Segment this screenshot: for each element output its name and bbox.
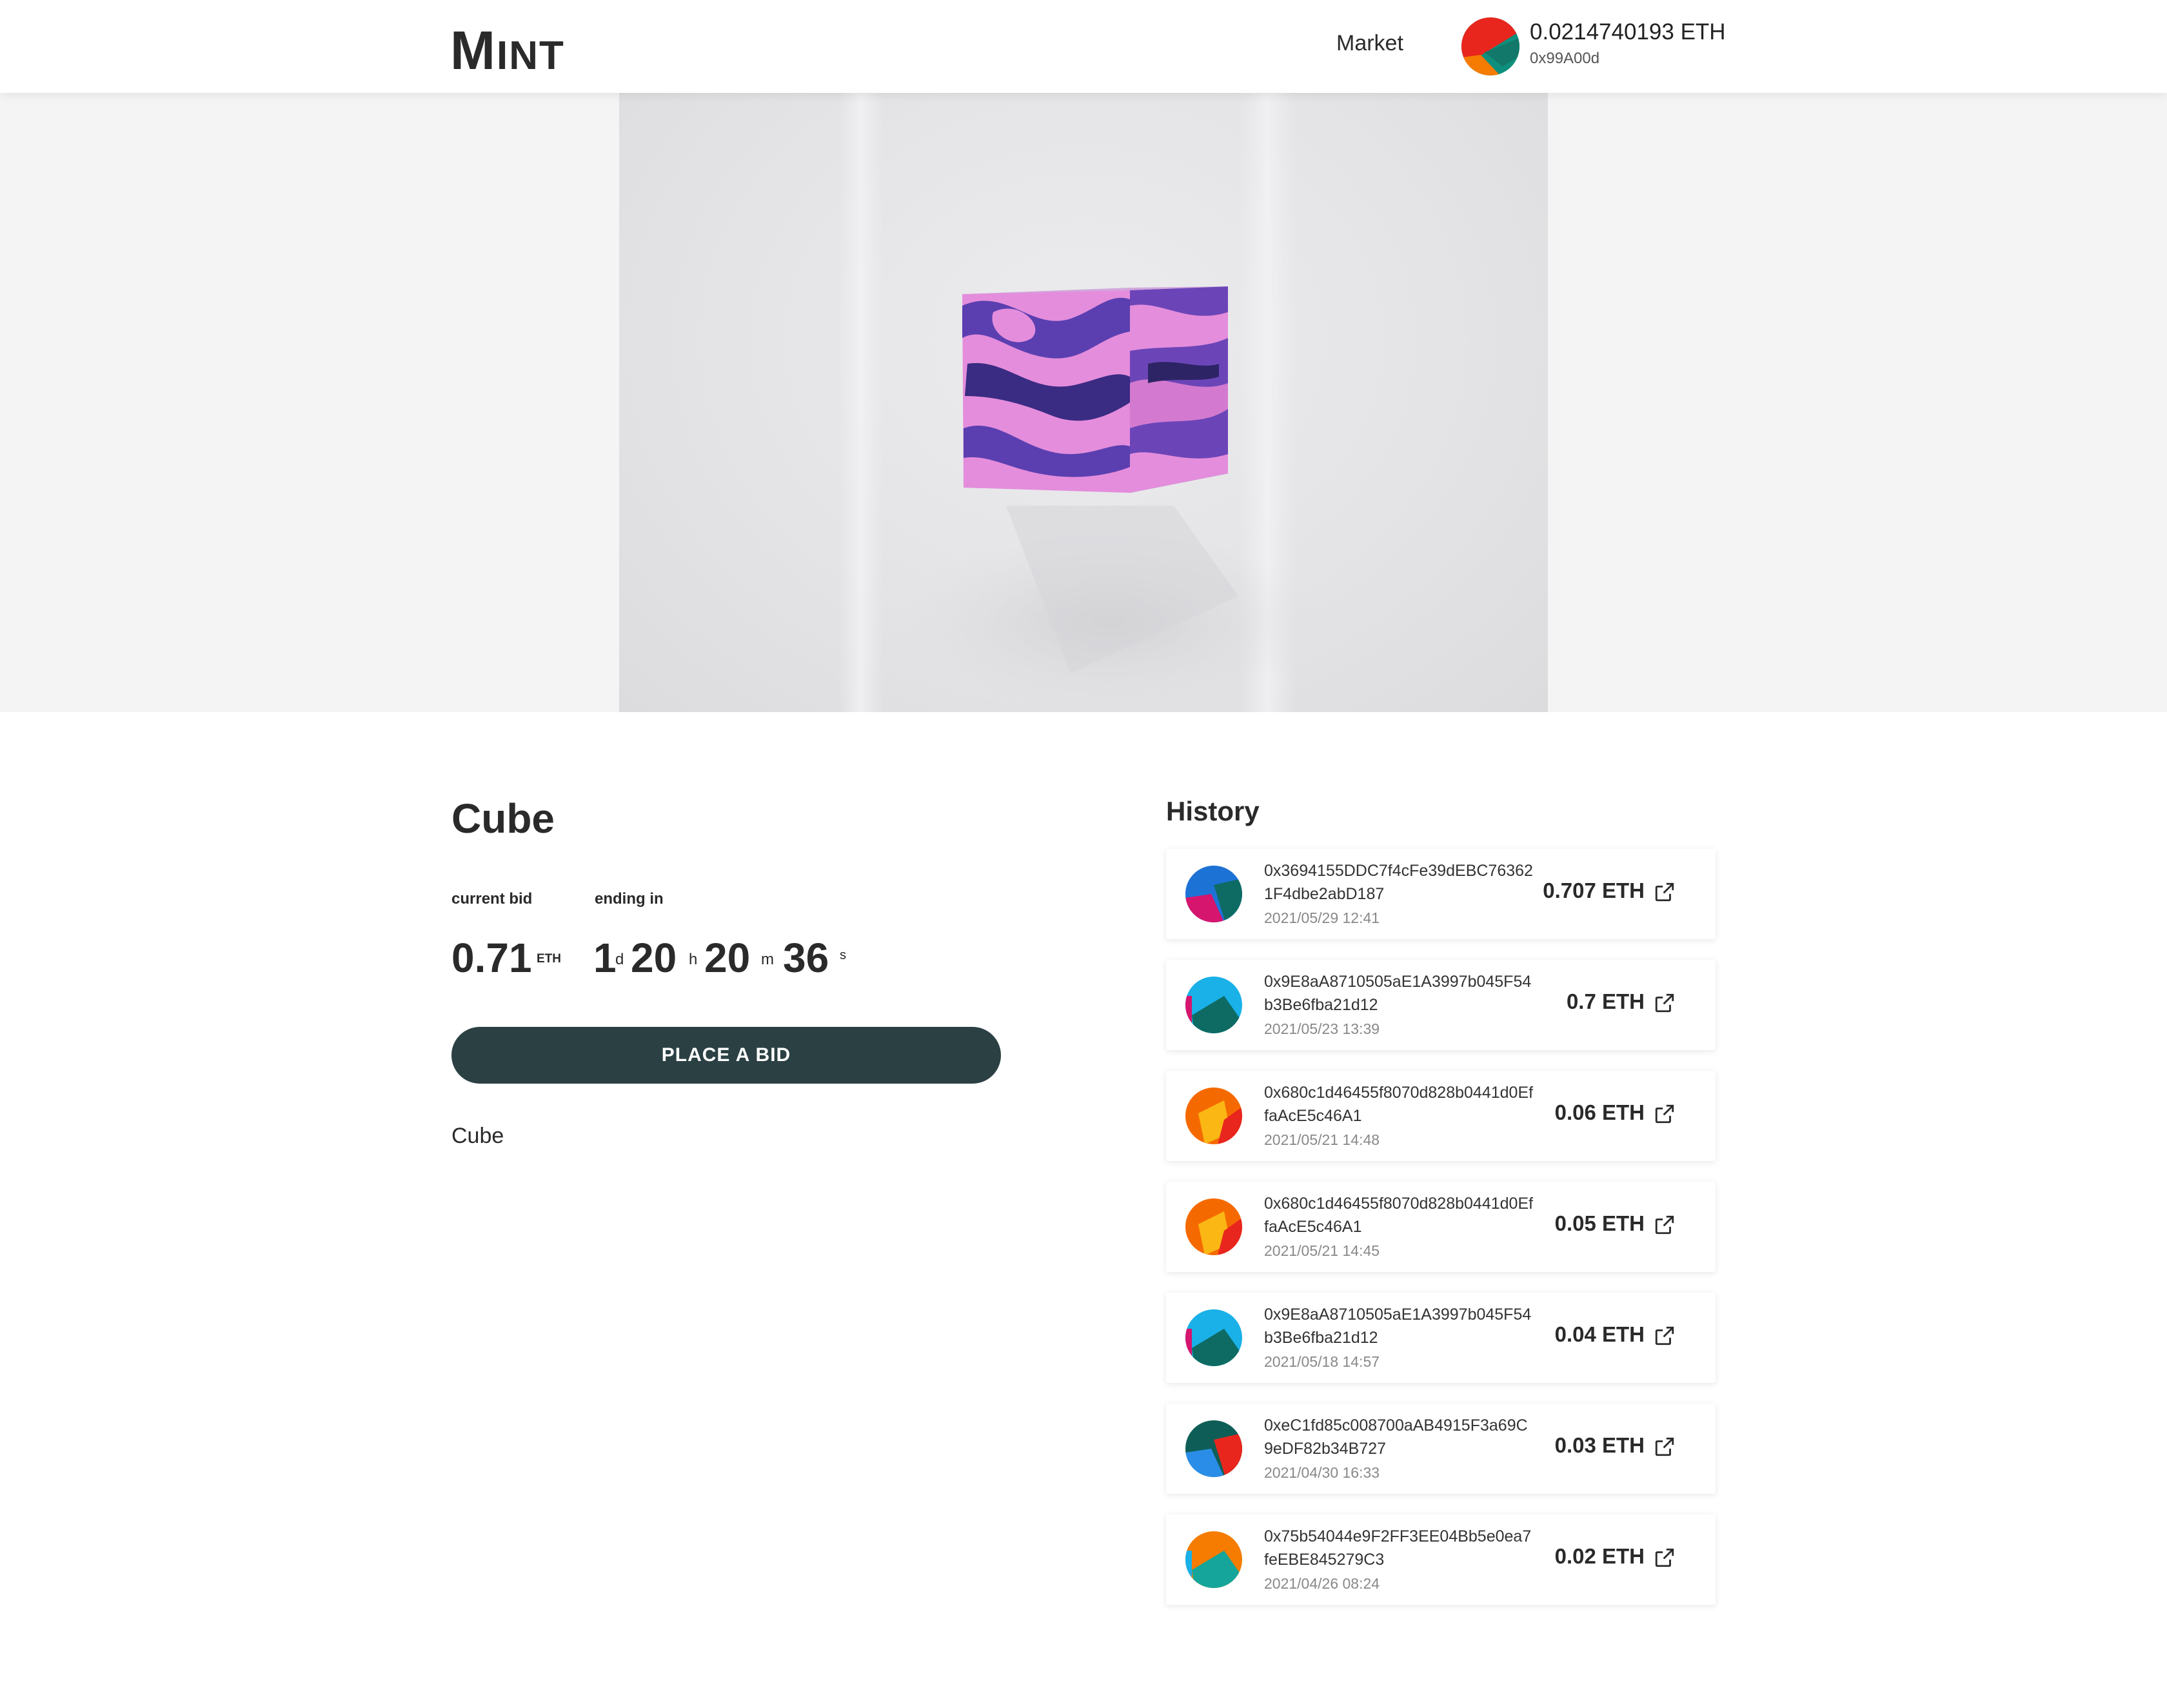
bid-date: 2021/05/23 13:39 xyxy=(1264,1020,1380,1037)
place-bid-button[interactable]: PLACE A BID xyxy=(451,1027,1001,1084)
nav-market-link[interactable]: Market xyxy=(1336,31,1403,56)
item-title: Cube xyxy=(451,795,555,842)
countdown-seconds: 36 xyxy=(783,935,829,981)
history-list: 0x3694155DDC7f4cFe39dEBC763621F4dbe2abD1… xyxy=(1166,849,1716,1625)
bidder-identicon-icon xyxy=(1185,866,1242,922)
logo-initial: M xyxy=(450,20,497,81)
bid-date: 2021/04/30 16:33 xyxy=(1264,1464,1380,1481)
external-link-icon[interactable] xyxy=(1654,1214,1676,1236)
bid-amount: 0.03 ETH xyxy=(1554,1433,1645,1457)
bidder-address[interactable]: 0x75b54044e9F2FF3EE04Bb5e0ea7feEBE845279… xyxy=(1264,1525,1535,1571)
bidder-address[interactable]: 0xeC1fd85c008700aAB4915F3a69C9eDF82b34B7… xyxy=(1264,1414,1535,1460)
bidder-address[interactable]: 0x680c1d46455f8070d828b0441d0EffaAcE5c46… xyxy=(1264,1192,1535,1238)
history-row[interactable]: 0x75b54044e9F2FF3EE04Bb5e0ea7feEBE845279… xyxy=(1166,1514,1716,1605)
bidder-identicon-icon xyxy=(1185,1531,1242,1588)
current-bid-label: current bid xyxy=(451,890,533,908)
bidder-avatar[interactable] xyxy=(1185,977,1242,1033)
bidder-avatar[interactable] xyxy=(1185,1309,1242,1366)
bid-date: 2021/05/21 14:48 xyxy=(1264,1131,1380,1148)
countdown-days: 1 xyxy=(593,935,617,981)
countdown-seconds-unit: s xyxy=(840,948,846,962)
bid-date: 2021/05/18 14:57 xyxy=(1264,1353,1380,1370)
bidder-avatar[interactable] xyxy=(1185,1198,1242,1255)
history-row[interactable]: 0x680c1d46455f8070d828b0441d0EffaAcE5c46… xyxy=(1166,1071,1716,1161)
bidder-identicon-icon xyxy=(1185,1309,1242,1366)
bid-date: 2021/05/21 14:45 xyxy=(1264,1242,1380,1259)
ending-in-label: ending in xyxy=(595,890,664,908)
external-link-icon[interactable] xyxy=(1654,881,1676,903)
wallet-identicon-icon xyxy=(1461,17,1519,75)
history-title: History xyxy=(1166,796,1260,826)
bid-amount: 0.06 ETH xyxy=(1554,1100,1645,1124)
bid-amount: 0.05 ETH xyxy=(1554,1211,1645,1235)
countdown-hours: 20 xyxy=(631,935,677,981)
item-description: Cube xyxy=(451,1124,504,1148)
hero-banner xyxy=(0,93,2167,712)
external-link-icon[interactable] xyxy=(1654,1547,1676,1569)
countdown-minutes-unit: m xyxy=(761,951,774,968)
top-navbar: MINT Market 0.0214740193 ETH 0x99A00d xyxy=(0,0,2167,93)
bidder-identicon-icon xyxy=(1185,1198,1242,1255)
current-bid-value: 0.71 xyxy=(451,935,532,981)
history-row[interactable]: 0x3694155DDC7f4cFe39dEBC763621F4dbe2abD1… xyxy=(1166,849,1716,939)
bidder-identicon-icon xyxy=(1185,1087,1242,1144)
wallet-balance: 0.0214740193 ETH xyxy=(1530,19,1726,45)
cube-artwork-icon xyxy=(838,93,1322,712)
wallet-address: 0x99A00d xyxy=(1530,50,1600,67)
bidder-address[interactable]: 0x9E8aA8710505aE1A3997b045F54b3Be6fba21d… xyxy=(1264,970,1535,1017)
history-row[interactable]: 0x9E8aA8710505aE1A3997b045F54b3Be6fba21d… xyxy=(1166,1293,1716,1383)
bidder-avatar[interactable] xyxy=(1185,1420,1242,1477)
bidder-address[interactable]: 0x680c1d46455f8070d828b0441d0EffaAcE5c46… xyxy=(1264,1081,1535,1127)
bidder-avatar[interactable] xyxy=(1185,1531,1242,1588)
external-link-icon[interactable] xyxy=(1654,1103,1676,1125)
countdown-hours-unit: h xyxy=(689,951,698,968)
external-link-icon[interactable] xyxy=(1654,1325,1676,1347)
countdown-minutes: 20 xyxy=(704,935,751,981)
bidder-address[interactable]: 0x9E8aA8710505aE1A3997b045F54b3Be6fba21d… xyxy=(1264,1303,1535,1349)
bidder-identicon-icon xyxy=(1185,1420,1242,1477)
bid-amount: 0.02 ETH xyxy=(1554,1544,1645,1568)
bid-date: 2021/05/29 12:41 xyxy=(1264,909,1380,926)
countdown-days-unit: d xyxy=(615,951,624,968)
bid-date: 2021/04/26 08:24 xyxy=(1264,1575,1380,1592)
bidder-address[interactable]: 0x3694155DDC7f4cFe39dEBC763621F4dbe2abD1… xyxy=(1264,859,1535,906)
bidder-avatar[interactable] xyxy=(1185,866,1242,922)
mint-logo[interactable]: MINT xyxy=(450,19,565,82)
nft-artwork-image xyxy=(619,93,1548,712)
history-row[interactable]: 0x9E8aA8710505aE1A3997b045F54b3Be6fba21d… xyxy=(1166,960,1716,1050)
bid-amount: 0.7 ETH xyxy=(1566,989,1645,1013)
bid-amount: 0.707 ETH xyxy=(1543,879,1645,902)
bidder-avatar[interactable] xyxy=(1185,1087,1242,1144)
wallet-avatar[interactable] xyxy=(1461,17,1519,75)
bid-amount: 0.04 ETH xyxy=(1554,1322,1645,1346)
bidder-identicon-icon xyxy=(1185,977,1242,1033)
history-row[interactable]: 0xeC1fd85c008700aAB4915F3a69C9eDF82b34B7… xyxy=(1166,1404,1716,1494)
current-bid-unit: ETH xyxy=(537,952,561,966)
history-row[interactable]: 0x680c1d46455f8070d828b0441d0EffaAcE5c46… xyxy=(1166,1182,1716,1272)
external-link-icon[interactable] xyxy=(1654,1436,1676,1458)
external-link-icon[interactable] xyxy=(1654,992,1676,1014)
logo-rest: INT xyxy=(496,34,565,78)
